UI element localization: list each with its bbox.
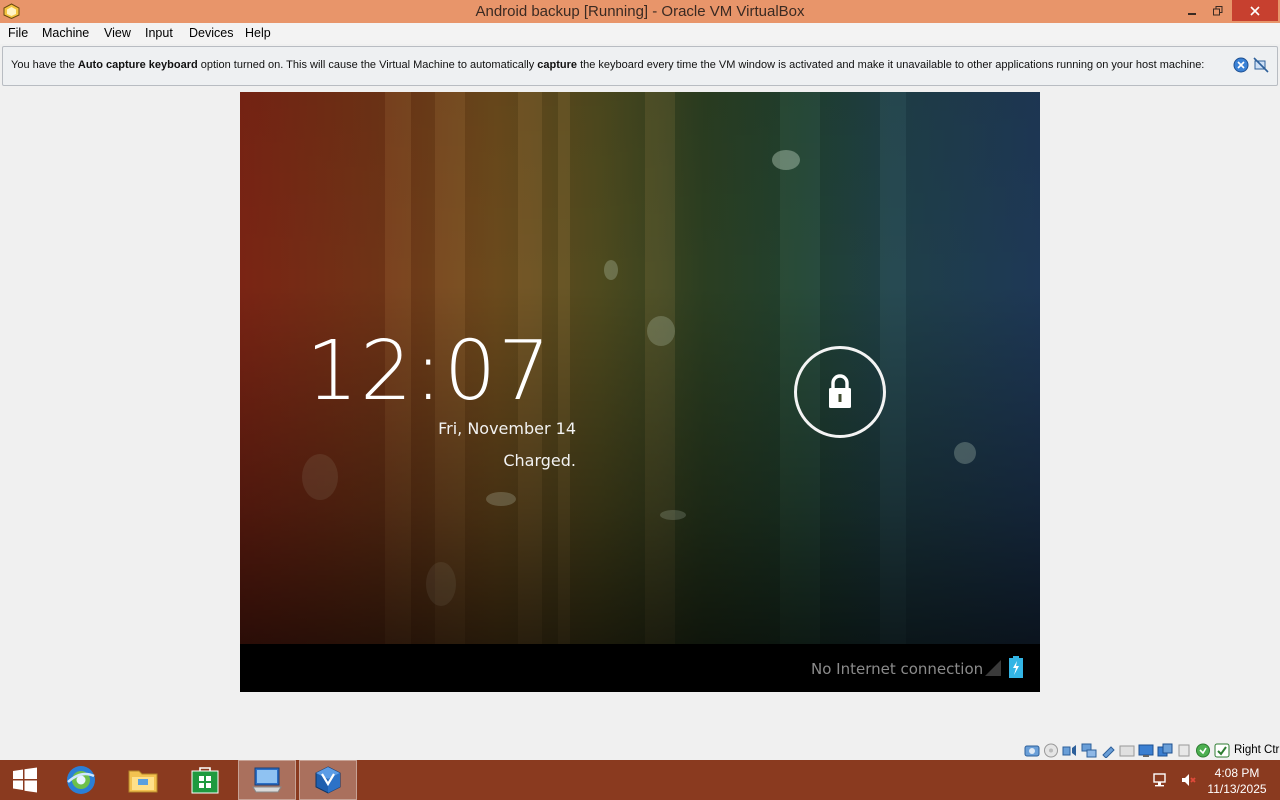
restore-icon [1213,5,1223,15]
menu-file[interactable]: File [8,26,28,40]
minimize-icon [1188,12,1196,15]
host-key-icon[interactable] [1214,743,1230,758]
start-icon [13,767,37,793]
battery-status-text: Charged. [503,451,576,470]
wallpaper-bokeh [954,442,976,464]
display-icon[interactable] [1138,743,1154,758]
taskbar-store[interactable] [182,760,228,800]
close-icon [1250,5,1260,16]
browser-icon [67,766,95,794]
wallpaper-bokeh [426,562,456,606]
wallpaper-bokeh [486,492,516,506]
taskbar-virtualbox[interactable] [299,760,357,800]
auto-capture-notice: You have the Auto capture keyboard optio… [2,46,1278,86]
volume-muted-icon[interactable] [1180,771,1198,789]
notice-close-icon[interactable] [1233,57,1249,73]
menu-machine[interactable]: Machine [42,26,89,40]
host-key-label[interactable]: Right Ctrl [1234,744,1280,756]
taskbar-clock[interactable]: 4:08 PM 11/13/2025 [1200,765,1274,797]
wallpaper-bokeh [647,316,675,346]
windows-taskbar: 4:08 PM 11/13/2025 [0,760,1280,800]
taskbar-remote-desktop[interactable] [238,760,296,800]
taskbar-file-explorer[interactable] [120,760,166,800]
wallpaper-bokeh [660,510,686,520]
vm-display[interactable]: 12:07 Fri, November 14 Charged. No Inter… [240,92,1040,692]
usb-icon[interactable] [1100,743,1116,758]
window-title-bar: Android backup [Running] - Oracle VM Vir… [0,0,1280,23]
wallpaper-bokeh [772,150,800,170]
cpu-icon[interactable] [1176,743,1192,758]
battery-charging-icon [1009,656,1023,678]
notice-text-3: the keyboard every time the VM window is… [577,59,1205,71]
vm-status-bar: Right Ctrl [1024,742,1280,758]
unlock-ring[interactable] [794,346,886,438]
mouse-integration-icon[interactable] [1195,743,1211,758]
window-title: Android backup [Running] - Oracle VM Vir… [475,3,805,20]
signal-icon [985,660,1001,676]
taskbar-date: 11/13/2025 [1207,782,1267,796]
notice-text-1: You have the [11,59,78,71]
minimize-button[interactable] [1180,0,1204,21]
menu-bar: File Machine View Input Devices Help [0,23,1280,44]
close-button[interactable] [1232,0,1278,21]
notice-text-2: option turned on. This will cause the Vi… [197,59,538,71]
network-status-text: No Internet connection [811,660,984,678]
audio-icon[interactable] [1062,743,1078,758]
notice-bold-2: capture [537,59,578,71]
shared-folders-icon[interactable] [1119,743,1135,758]
taskbar-browser[interactable] [58,760,104,800]
restore-button[interactable] [1206,0,1230,21]
lockscreen-date: Fri, November 14 [438,419,576,438]
remote-desktop-icon [252,767,282,793]
menu-view[interactable]: View [104,26,131,40]
video-capture-icon[interactable] [1157,743,1173,758]
system-tray [1152,760,1198,800]
menu-help[interactable]: Help [245,26,271,40]
notice-message: You have the Auto capture keyboard optio… [11,59,1204,71]
lockscreen-clock: 12:07 [306,324,553,419]
network-icon[interactable] [1081,743,1097,758]
menu-devices[interactable]: Devices [189,26,233,40]
taskbar-time: 4:08 PM [1214,766,1260,780]
do-not-show-again-icon[interactable] [1253,57,1269,73]
optical-drive-icon[interactable] [1043,743,1059,758]
file-explorer-icon [128,770,158,793]
wallpaper-bokeh [604,260,618,280]
notice-bold-1: Auto capture keyboard [77,59,198,71]
start-button[interactable] [4,760,46,800]
android-status-bar: No Internet connection [240,644,1040,692]
hard-disk-icon[interactable] [1024,743,1040,758]
virtualbox-icon [315,766,341,794]
menu-input[interactable]: Input [145,26,173,40]
wallpaper-bokeh [302,454,338,500]
lock-icon [829,374,851,408]
store-icon [191,767,219,794]
network-tray-icon[interactable] [1152,771,1170,789]
